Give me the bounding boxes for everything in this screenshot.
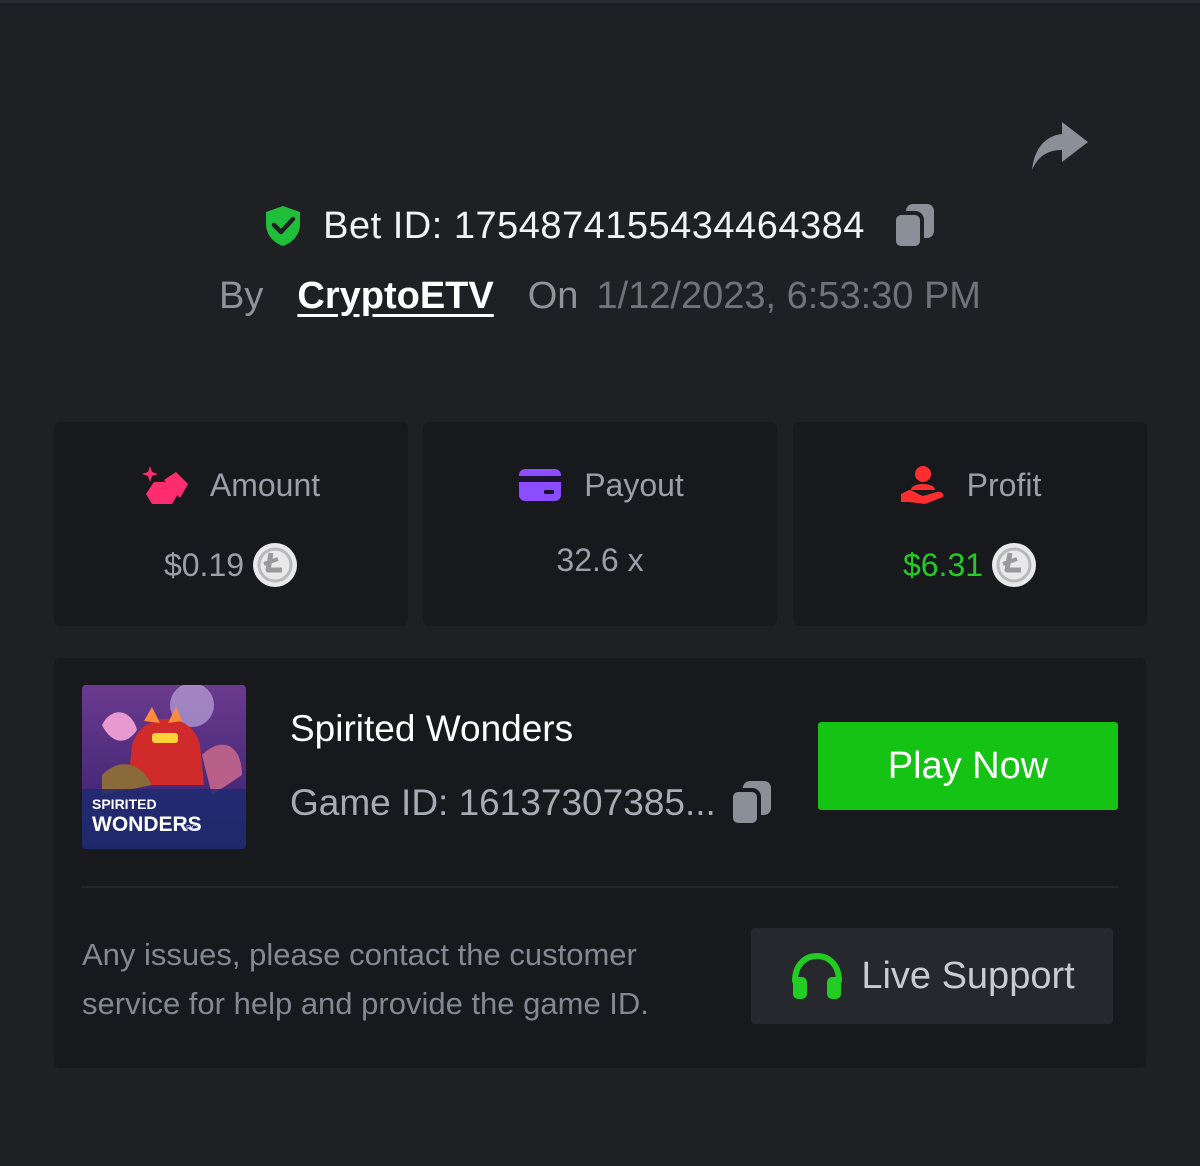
game-artwork: SPIRITED WONDERS PG: [82, 685, 246, 849]
live-support-button[interactable]: Live Support: [751, 928, 1113, 1024]
share-icon: [1032, 122, 1088, 170]
shield-check-icon: [266, 206, 301, 246]
amount-card: Amount $0.19: [54, 422, 408, 626]
top-divider: [0, 0, 1200, 3]
game-name: Spirited Wonders: [290, 708, 574, 749]
amount-value: $0.19: [163, 546, 245, 583]
payout-card: Payout 32.6 x: [423, 422, 777, 626]
copy-game-id-icon[interactable]: [728, 778, 774, 828]
profit-label: Profit: [966, 466, 1042, 503]
game-id-row: Game ID: 16137307385...: [290, 778, 774, 828]
amount-label: Amount: [209, 466, 321, 503]
play-now-button[interactable]: Play Now: [818, 722, 1118, 810]
game-thumbnail[interactable]: SPIRITED WONDERS PG: [82, 685, 246, 849]
bet-id-row: Bet ID: 1754874155434464384: [0, 196, 1200, 256]
share-button[interactable]: [1028, 118, 1090, 172]
coins-icon: [141, 466, 188, 504]
live-support-label: Live Support: [861, 954, 1075, 997]
headphones-icon: [792, 952, 843, 999]
payout-label: Payout: [584, 466, 684, 503]
hand-user-icon: [900, 466, 944, 504]
on-label: On: [527, 274, 579, 317]
support-notice: Any issues, please contact the customer …: [82, 937, 649, 1021]
litecoin-icon: [253, 543, 298, 587]
profit-value: $6.31: [902, 546, 984, 583]
thumb-title-1: SPIRITED: [92, 796, 157, 812]
litecoin-icon: [992, 543, 1037, 587]
bet-id-text: Bet ID: 1754874155434464384: [323, 204, 865, 247]
panel-divider: [82, 886, 1118, 888]
by-label: By: [219, 274, 264, 317]
bet-date: 1/12/2023, 6:53:30 PM: [596, 274, 981, 317]
profit-card: Profit $6.31: [793, 422, 1147, 626]
card-icon: [519, 469, 562, 501]
game-panel: SPIRITED WONDERS PG Spirited Wonders Gam…: [54, 658, 1146, 1068]
username-link[interactable]: CryptoETV: [297, 275, 493, 318]
thumb-brand: PG: [186, 824, 198, 833]
bet-meta-row: By CryptoETV On 1/12/2023, 6:53:30 PM: [0, 268, 1200, 324]
copy-bet-id-icon[interactable]: [891, 201, 937, 251]
payout-value: 32.6 x: [556, 542, 644, 578]
game-id-text: Game ID: 16137307385...: [290, 782, 716, 823]
